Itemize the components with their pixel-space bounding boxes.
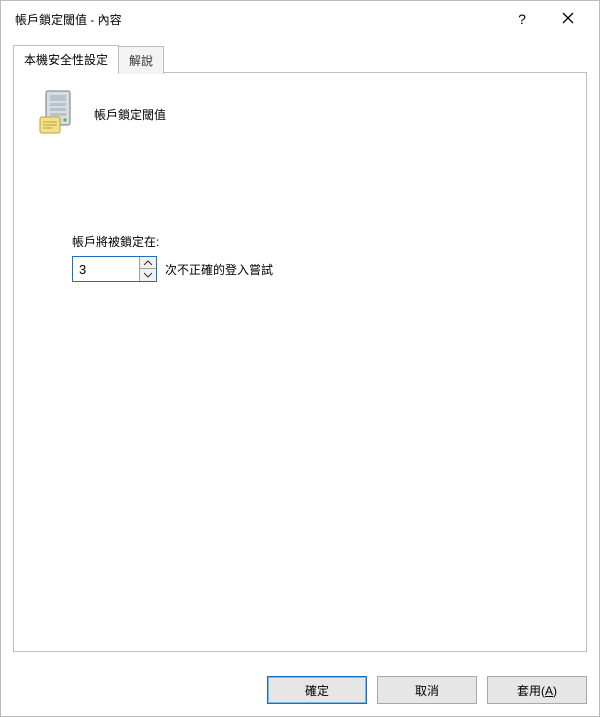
tab-label: 解說 [129,54,153,68]
close-icon [562,11,574,27]
lockout-suffix-label: 次不正確的登入嘗試 [165,261,273,278]
close-button[interactable] [545,1,591,37]
tab-label: 本機安全性設定 [24,53,108,67]
tab-local-security-setting[interactable]: 本機安全性設定 [13,45,119,73]
apply-button[interactable]: 套用(A) [487,676,587,704]
lockout-threshold-input[interactable] [73,257,139,281]
spin-up-button[interactable] [140,257,156,269]
spin-row: 次不正確的登入嘗試 [72,256,564,282]
spin-down-button[interactable] [140,269,156,281]
cancel-button[interactable]: 取消 [377,676,477,704]
lockout-after-label: 帳戶將被鎖定在: [72,233,564,250]
properties-dialog: 帳戶鎖定閾值 - 內容 ? 本機安全性設定 解說 [0,0,600,717]
policy-server-icon [36,89,80,137]
client-area: 本機安全性設定 解說 [1,37,599,664]
help-button[interactable]: ? [499,1,545,37]
button-bar: 確定 取消 套用(A) [1,664,599,716]
chevron-up-icon [144,260,152,266]
apply-button-label: 套用(A) [517,684,557,698]
tabstrip: 本機安全性設定 解說 [13,45,587,73]
ok-button-label: 確定 [305,684,329,698]
window-title: 帳戶鎖定閾值 - 內容 [15,11,499,28]
setting-block: 帳戶將被鎖定在: [72,233,564,282]
chevron-down-icon [144,272,152,278]
cancel-button-label: 取消 [415,684,439,698]
policy-header: 帳戶鎖定閾值 [36,89,564,137]
spinner-buttons [139,257,156,281]
ok-button[interactable]: 確定 [267,676,367,704]
titlebar: 帳戶鎖定閾值 - 內容 ? [1,1,599,37]
tab-explain[interactable]: 解說 [118,46,164,74]
policy-name: 帳戶鎖定閾值 [94,104,166,123]
lockout-threshold-spinbox [72,256,157,282]
tabpage-local-security-setting: 帳戶鎖定閾值 帳戶將被鎖定在: [13,72,587,652]
